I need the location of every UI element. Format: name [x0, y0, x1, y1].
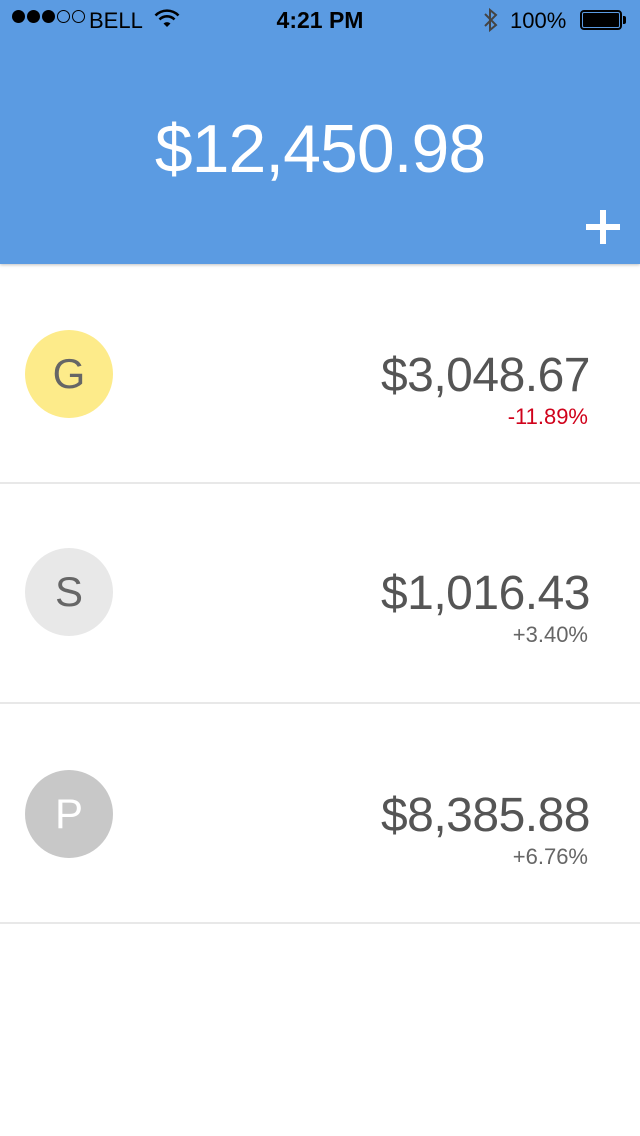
account-list: G $3,048.67 -11.89% S $1,016.43 +3.40% P… [0, 264, 640, 924]
header: BELL 4:21 PM 100% $12,450.98 [0, 0, 640, 264]
account-amount: $1,016.43 [380, 567, 591, 620]
account-avatar: G [25, 330, 113, 418]
account-change: +3.40% [512, 622, 588, 647]
portfolio-total: $12,450.98 [154, 111, 486, 187]
account-change: +6.76% [512, 844, 588, 869]
account-row[interactable]: P $8,385.88 +6.76% [0, 704, 640, 924]
bluetooth-icon [482, 7, 500, 39]
avatar-initial: P [54, 790, 83, 837]
status-bar: BELL 4:21 PM 100% [0, 0, 640, 40]
avatar-initial: G [52, 350, 86, 397]
account-row[interactable]: G $3,048.67 -11.89% [0, 264, 640, 484]
account-amount: $3,048.67 [380, 349, 591, 402]
account-avatar: S [25, 548, 113, 636]
battery-icon [580, 10, 626, 30]
plus-icon[interactable] [584, 208, 622, 246]
account-row[interactable]: S $1,016.43 +3.40% [0, 484, 640, 704]
avatar-initial: S [54, 568, 83, 615]
account-amount: $8,385.88 [380, 789, 591, 842]
account-change: -11.89% [507, 404, 588, 429]
battery-percentage: 100% [510, 8, 567, 33]
account-avatar: P [25, 770, 113, 858]
